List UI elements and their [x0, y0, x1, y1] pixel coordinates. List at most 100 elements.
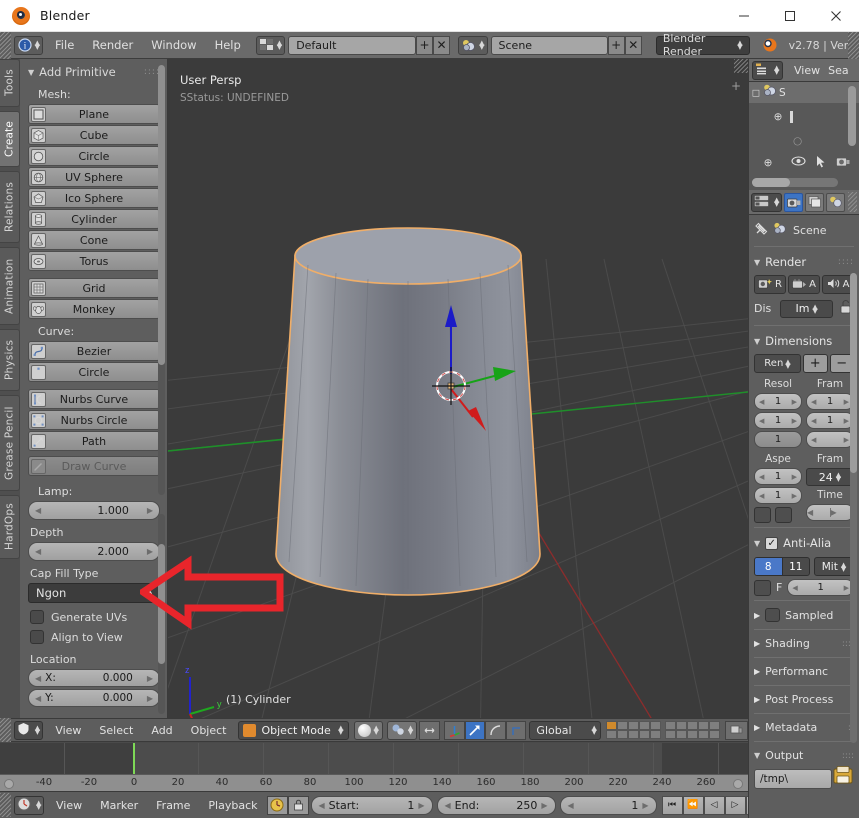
- add-cone-button[interactable]: Cone: [28, 230, 160, 250]
- render-animation-button[interactable]: A: [788, 275, 820, 294]
- outliner-menu-view[interactable]: View: [794, 64, 820, 77]
- timeline-menu-marker[interactable]: Marker: [91, 799, 147, 812]
- timeline-scroll-handle-right[interactable]: [733, 779, 743, 789]
- outliner-tree[interactable]: ◻ S ⊕ ○ ⊕: [749, 82, 859, 190]
- timeline-playhead[interactable]: [133, 743, 135, 774]
- output-panel-header[interactable]: ▼ Output ::::: [754, 746, 854, 765]
- pivot-point-selector[interactable]: ▲ ▼: [386, 720, 418, 740]
- current-frame-field[interactable]: ◀ 1 ▶: [559, 795, 657, 815]
- add-plane-button[interactable]: Plane: [28, 104, 160, 124]
- properties-scrollbar[interactable]: [850, 273, 857, 743]
- viewport-menu-object[interactable]: Object: [182, 724, 236, 737]
- outliner-row-data[interactable]: ○: [749, 130, 859, 151]
- tab-render-layers[interactable]: [805, 192, 824, 212]
- aspect-y-field[interactable]: ◀ 1 ▶: [754, 487, 802, 504]
- outliner-editor-type-button[interactable]: ▲ ▼: [752, 60, 783, 80]
- tool-shelf-scrollbar-upper[interactable]: [158, 65, 165, 495]
- depth-slider[interactable]: ◀ 2.000 ▶: [28, 542, 160, 561]
- sidebar-item-grease-pencil[interactable]: Grease Pencil: [0, 395, 20, 491]
- time-remapping-field[interactable]: ◀ ▶: [806, 504, 854, 521]
- properties-editor-type-button[interactable]: ▲ ▼: [751, 192, 782, 212]
- chevron-left-icon[interactable]: ◀: [445, 801, 451, 810]
- render-image-button[interactable]: R: [754, 275, 786, 294]
- outliner-row-scene[interactable]: ◻ S: [749, 82, 859, 103]
- chevron-right-icon[interactable]: ▶: [147, 547, 153, 556]
- sidebar-item-relations[interactable]: Relations: [0, 171, 20, 243]
- folder-browse-icon[interactable]: [832, 765, 854, 789]
- expand-icon[interactable]: ◻: [749, 87, 763, 99]
- frame-end-field[interactable]: ◀ 1 ▶: [806, 412, 854, 429]
- outliner-menu-search[interactable]: Sea: [828, 64, 849, 77]
- chevron-right-icon[interactable]: ▶: [792, 398, 797, 406]
- maximize-icon[interactable]: [767, 0, 813, 32]
- render-engine-selector[interactable]: Blender Render ▲ ▼: [655, 32, 750, 58]
- camera-renderable-icon[interactable]: [836, 156, 850, 170]
- eye-visibility-icon[interactable]: [791, 156, 806, 169]
- sampled-motion-blur-panel-header[interactable]: ▶ Sampled: [754, 605, 854, 625]
- toggle-properties-region-icon[interactable]: +: [730, 80, 742, 93]
- play-icon[interactable]: ▷: [724, 795, 746, 815]
- chevron-right-icon[interactable]: ▶: [147, 674, 153, 683]
- outliner-row-mesh[interactable]: ⊕: [749, 152, 859, 173]
- translate-manipulator-icon[interactable]: [443, 720, 465, 740]
- sidebar-item-tools[interactable]: Tools: [0, 59, 20, 107]
- add-grid-button[interactable]: Grid: [28, 278, 160, 298]
- chevron-right-icon[interactable]: ▶: [642, 801, 648, 810]
- play-reverse-icon[interactable]: ◁: [703, 795, 725, 815]
- tab-scene-properties[interactable]: [826, 192, 845, 212]
- add-ico-sphere-button[interactable]: Ico Sphere: [28, 188, 160, 208]
- minimize-icon[interactable]: [721, 0, 767, 32]
- antialiasing-filter-selector[interactable]: Mit ▲ ▼: [814, 557, 854, 576]
- chevron-right-icon[interactable]: ▶: [792, 473, 797, 481]
- scene-layers-group-1[interactable]: [606, 721, 662, 739]
- timeline-ruler[interactable]: -40 -20 0 20 40 60 80 100 120 140 160 18…: [0, 774, 748, 791]
- chevron-left-icon[interactable]: ◀: [811, 398, 816, 406]
- frame-start-field[interactable]: ◀ Start: 1 ▶: [310, 795, 433, 815]
- scene-layers-control[interactable]: [606, 721, 721, 739]
- timeline-editor-type-button[interactable]: ▲ ▼: [14, 795, 44, 815]
- dimensions-panel-header[interactable]: ▼ Dimensions: [754, 330, 854, 352]
- timeline-menu-frame[interactable]: Frame: [147, 799, 199, 812]
- manipulator-widget-icon[interactable]: [419, 720, 440, 740]
- transform-orientation-selector[interactable]: Global ▲ ▼: [529, 720, 602, 740]
- remove-scene-button[interactable]: ✕: [624, 35, 642, 55]
- crop-toggle-icon[interactable]: [775, 507, 792, 523]
- add-monkey-button[interactable]: Monkey: [28, 299, 160, 319]
- frame-rate-selector[interactable]: 24 ▲ ▼: [806, 468, 854, 486]
- chevron-right-icon[interactable]: ▶: [844, 398, 849, 406]
- chevron-right-icon[interactable]: ▶: [147, 506, 153, 515]
- frame-end-field[interactable]: ◀ End: 250 ▶: [436, 795, 556, 815]
- remove-screen-button[interactable]: ✕: [433, 35, 451, 55]
- location-y-field[interactable]: ◀ Y: 0.000 ▶: [28, 689, 160, 707]
- chevron-right-icon[interactable]: ▶: [844, 584, 849, 592]
- post-processing-panel-header[interactable]: ▶ Post Process: [754, 690, 854, 709]
- add-screen-button[interactable]: +: [415, 35, 434, 55]
- add-preset-button[interactable]: +: [803, 354, 828, 373]
- chevron-left-icon[interactable]: ◀: [811, 436, 816, 444]
- scene-layers-group-2[interactable]: [665, 721, 721, 739]
- lock-camera-icon[interactable]: [725, 720, 749, 740]
- shading-panel-header[interactable]: ▶ Shading ::::: [754, 634, 854, 653]
- frame-step-field[interactable]: ◀ ▶: [806, 431, 854, 448]
- scene-datablock-button[interactable]: ▲ ▼: [458, 35, 488, 55]
- antialiasing-panel-header[interactable]: ▼ ✓ Anti-Alia: [754, 532, 854, 554]
- screen-layout-selector[interactable]: ▲ ▼: [255, 35, 286, 55]
- sidebar-item-animation[interactable]: Animation: [0, 247, 20, 325]
- info-editor-type-button[interactable]: i ▲ ▼: [13, 35, 44, 55]
- radius-slider[interactable]: ◀ 1.000 ▶: [28, 501, 160, 520]
- align-to-view-checkbox-row[interactable]: Align to View: [20, 627, 167, 647]
- menu-file[interactable]: File: [46, 32, 83, 59]
- generate-uvs-checkbox[interactable]: [30, 610, 44, 624]
- output-path-field[interactable]: /tmp\: [754, 769, 832, 789]
- transform-manipulator-icon[interactable]: [505, 720, 527, 740]
- chevron-left-icon[interactable]: ◀: [811, 417, 816, 425]
- chevron-left-icon[interactable]: ◀: [35, 694, 41, 703]
- record-auto-key-icon[interactable]: [266, 795, 288, 815]
- close-icon[interactable]: [813, 0, 859, 32]
- screen-layout-name[interactable]: Default: [288, 35, 416, 55]
- chevron-right-icon[interactable]: ▶: [418, 801, 424, 810]
- aa-sample-8[interactable]: 8: [755, 558, 783, 575]
- prev-keyframe-icon[interactable]: ⏪: [682, 795, 704, 815]
- sidebar-item-physics[interactable]: Physics: [0, 329, 20, 391]
- interaction-mode-selector[interactable]: Object Mode ▲ ▼: [238, 720, 349, 740]
